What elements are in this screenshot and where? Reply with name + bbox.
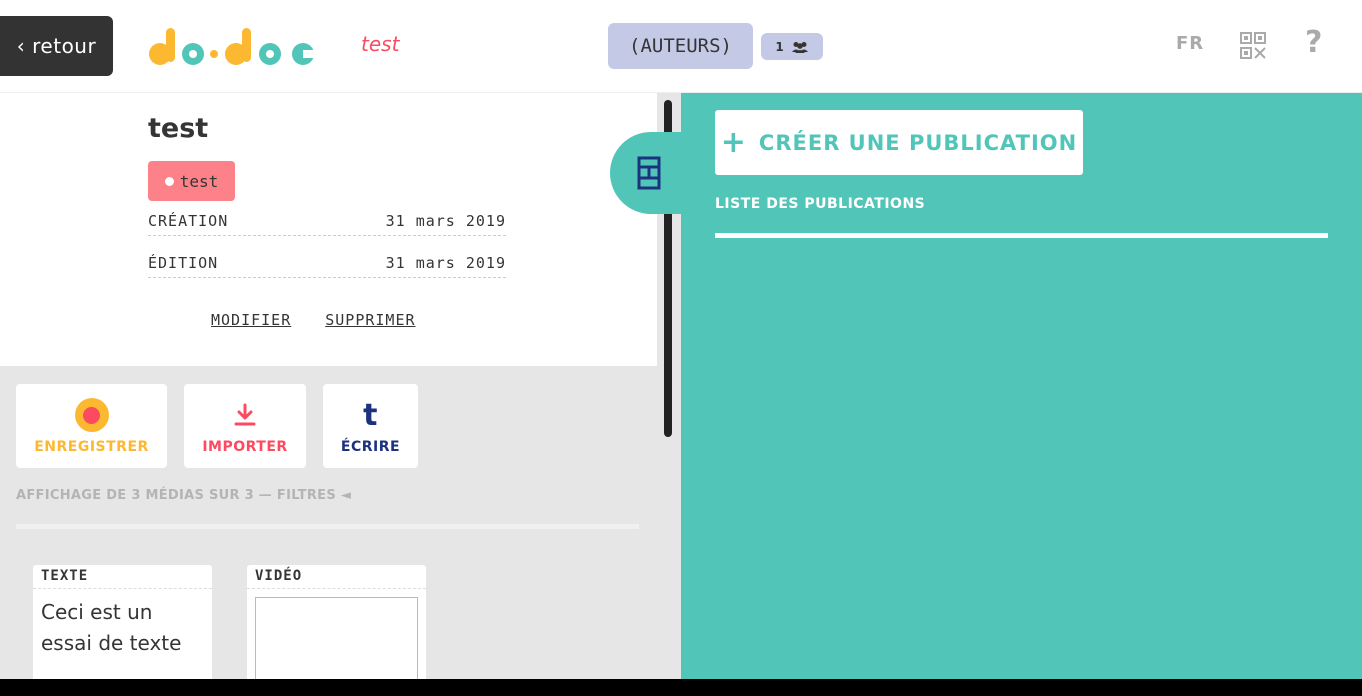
record-button[interactable]: ENREGISTRER [16,384,167,468]
created-value: 31 mars 2019 [385,211,506,230]
edit-button[interactable]: MODIFIER [211,311,291,329]
edited-value: 31 mars 2019 [385,253,506,272]
publications-list-title: LISTE DES PUBLICATIONS [715,196,926,212]
media-card-text[interactable]: TEXTE Ceci est un essai de texte [33,565,212,679]
plus-icon: + [720,124,747,160]
authors-count-badge[interactable]: 1 [761,33,823,60]
meta-actions: MODIFIER SUPPRIMER [211,311,416,329]
project-panel: test test CRÉATION 31 mars 2019 ÉDITION … [0,93,681,679]
bottom-bar [0,679,1362,696]
edited-label: ÉDITION [148,253,219,272]
write-label: ÉCRIRE [340,439,401,455]
media-filter-toggle[interactable]: AFFICHAGE DE 3 MÉDIAS SUR 3 — FILTRES ◄ [16,488,351,503]
qr-code-icon[interactable] [1239,31,1267,61]
media-text-content: Ceci est un essai de texte [41,600,182,655]
back-button[interactable]: ‹ retour [0,16,113,76]
dodoc-logo[interactable] [146,22,318,72]
media-type-label: TEXTE [33,565,212,589]
project-name: test [361,32,400,56]
media-card-video[interactable]: VIDÉO [247,565,426,679]
create-publication-button[interactable]: + CRÉER UNE PUBLICATION [715,110,1083,175]
layout-icon [637,156,660,190]
import-label: IMPORTER [202,439,288,455]
write-button[interactable]: t ÉCRIRE [323,384,418,468]
keyword-tag[interactable]: test [148,161,235,201]
publications-divider [715,233,1328,238]
created-row: CRÉATION 31 mars 2019 [148,206,506,236]
project-title: test [148,113,209,144]
record-label: ENREGISTRER [34,439,149,455]
media-type-label: VIDÉO [247,565,426,589]
help-icon[interactable]: ? [1305,25,1322,60]
project-meta-card: test test CRÉATION 31 mars 2019 ÉDITION … [0,93,657,366]
keyword-label: test [179,171,219,191]
keyword-dot-icon [164,176,174,186]
download-icon [234,403,256,426]
create-publication-label: CRÉER UNE PUBLICATION [758,130,1078,155]
authors-button[interactable]: (AUTEURS) [608,23,753,69]
authors-label: (AUTEURS) [629,35,732,57]
publications-panel: + CRÉER UNE PUBLICATION LISTE DES PUBLIC… [681,93,1362,679]
import-button[interactable]: IMPORTER [184,384,306,468]
people-icon [791,41,808,53]
authors-count: 1 [775,39,784,54]
text-icon: t [363,397,378,433]
video-preview [255,597,418,679]
delete-button[interactable]: SUPPRIMER [325,311,415,329]
publications-panel-toggle[interactable] [610,132,683,214]
created-label: CRÉATION [148,211,229,230]
edited-row: ÉDITION 31 mars 2019 [148,248,506,278]
language-switch[interactable]: FR [1176,33,1204,54]
top-bar: ‹ retour test (AUTEURS) 1 FR ? [0,0,1362,93]
media-divider [16,524,639,529]
back-button-label: ‹ retour [16,34,97,58]
record-icon [74,398,109,432]
